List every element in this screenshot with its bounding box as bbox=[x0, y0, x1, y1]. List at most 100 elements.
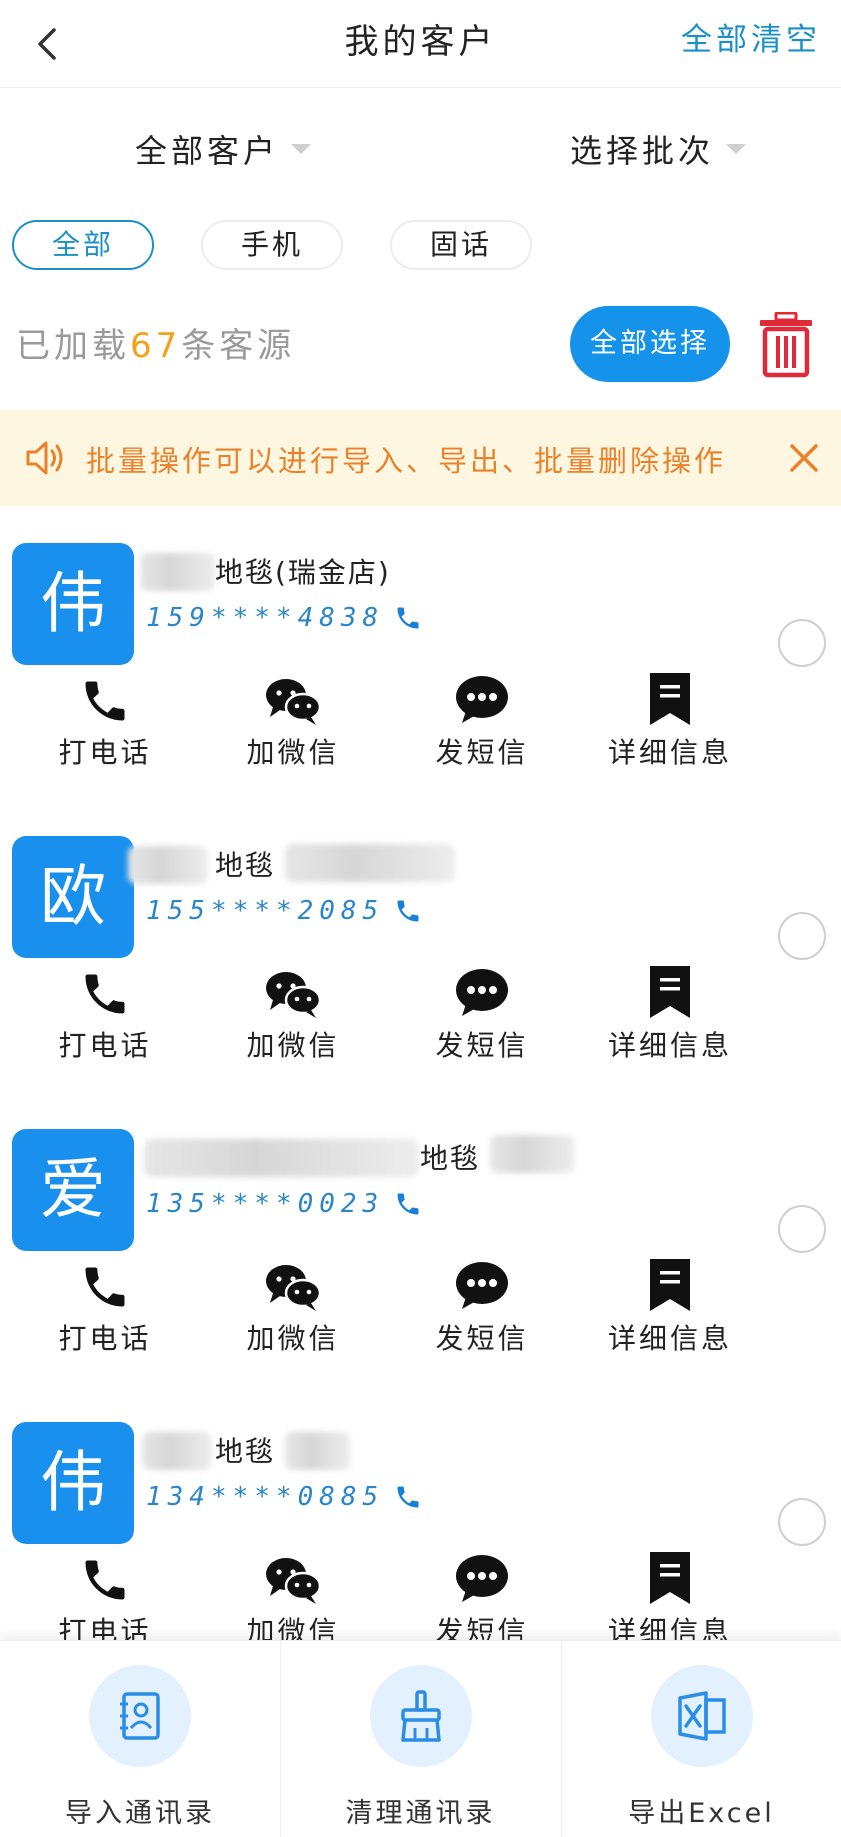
wechat-label: 加微信 bbox=[246, 1029, 340, 1062]
phone-number[interactable]: 159****4838 bbox=[146, 603, 422, 633]
bookmark-icon bbox=[590, 964, 750, 1020]
select-radio[interactable] bbox=[778, 619, 826, 667]
call-button[interactable]: 打电话 bbox=[25, 1257, 185, 1357]
tab-landline[interactable]: 固话 bbox=[390, 220, 532, 270]
phone-icon bbox=[25, 1550, 185, 1606]
sms-button[interactable]: 发短信 bbox=[402, 671, 562, 771]
customer-filter-dropdown[interactable]: 全部客户 bbox=[135, 126, 312, 172]
clear-all-button[interactable]: 全部清空 bbox=[681, 14, 821, 59]
wechat-button[interactable]: 加微信 bbox=[213, 964, 373, 1064]
customer-name: 地毯 bbox=[215, 1435, 276, 1468]
loaded-suffix: 条客源 bbox=[181, 326, 296, 366]
phone-small-icon bbox=[397, 1193, 419, 1215]
import-contacts-button[interactable]: 导入通讯录 bbox=[0, 1641, 280, 1837]
customer-card: 伟 地毯(瑞金店) 159****4838 打电话 加微信 发短信 详细信息 bbox=[0, 535, 841, 828]
export-excel-button[interactable]: 导出Excel bbox=[561, 1641, 841, 1837]
phone-number-text: 135****0023 bbox=[146, 1189, 385, 1219]
select-radio[interactable] bbox=[778, 1498, 826, 1546]
trash-icon[interactable] bbox=[756, 311, 816, 378]
details-button[interactable]: 详细信息 bbox=[590, 964, 750, 1064]
details-label: 详细信息 bbox=[607, 1029, 732, 1062]
phone-number-text: 159****4838 bbox=[146, 603, 385, 633]
avatar: 欧 bbox=[12, 836, 134, 958]
batch-filter-label: 选择批次 bbox=[570, 132, 715, 170]
chat-bubble-icon bbox=[402, 1257, 562, 1313]
sms-button[interactable]: 发短信 bbox=[402, 1550, 562, 1650]
phone-icon bbox=[25, 671, 185, 727]
clean-contacts-label: 清理通讯录 bbox=[345, 1798, 496, 1829]
avatar: 伟 bbox=[12, 1422, 134, 1544]
call-button[interactable]: 打电话 bbox=[25, 964, 185, 1064]
phone-small-icon bbox=[397, 1486, 419, 1508]
avatar: 伟 bbox=[12, 543, 134, 665]
details-label: 详细信息 bbox=[607, 1322, 732, 1355]
broom-icon bbox=[369, 1665, 472, 1767]
loaded-prefix: 已加载 bbox=[16, 326, 130, 366]
redacted-name-blur bbox=[490, 1135, 575, 1173]
select-radio[interactable] bbox=[778, 912, 826, 960]
top-bar: 我的客户 全部清空 bbox=[0, 0, 841, 88]
phone-number-text: 134****0885 bbox=[146, 1482, 385, 1512]
redacted-name-blur bbox=[285, 844, 455, 882]
phone-number-text: 155****2085 bbox=[146, 896, 385, 926]
call-button[interactable]: 打电话 bbox=[25, 1550, 185, 1650]
clean-contacts-button[interactable]: 清理通讯录 bbox=[280, 1641, 560, 1837]
wechat-button[interactable]: 加微信 bbox=[213, 1550, 373, 1650]
tab-mobile[interactable]: 手机 bbox=[201, 220, 343, 270]
sms-label: 发短信 bbox=[435, 1322, 529, 1355]
details-label: 详细信息 bbox=[607, 736, 732, 769]
redacted-name-blur bbox=[142, 1432, 212, 1470]
phone-icon bbox=[25, 964, 185, 1020]
action-row: 打电话 加微信 发短信 详细信息 bbox=[0, 964, 841, 1074]
chat-bubble-icon bbox=[402, 964, 562, 1020]
customer-name: 地毯(瑞金店) bbox=[215, 556, 391, 589]
notice-text: 批量操作可以进行导入、导出、批量删除操作 bbox=[86, 444, 727, 478]
filter-bar: 全部客户 选择批次 bbox=[0, 88, 841, 208]
wechat-button[interactable]: 加微信 bbox=[213, 1257, 373, 1357]
batch-filter-dropdown[interactable]: 选择批次 bbox=[570, 126, 747, 172]
excel-icon bbox=[650, 1665, 753, 1767]
phone-small-icon bbox=[397, 607, 419, 629]
export-excel-label: 导出Excel bbox=[628, 1798, 775, 1829]
redacted-name-blur bbox=[285, 1432, 350, 1470]
caret-down-icon bbox=[726, 144, 747, 154]
speaker-icon bbox=[24, 438, 68, 478]
call-label: 打电话 bbox=[58, 736, 152, 769]
chat-bubble-icon bbox=[402, 1550, 562, 1606]
type-tabs: 全部 手机 固话 bbox=[0, 220, 841, 270]
redacted-name-blur bbox=[128, 846, 208, 884]
contact-book-icon bbox=[89, 1665, 191, 1767]
wechat-label: 加微信 bbox=[246, 1322, 340, 1355]
sms-button[interactable]: 发短信 bbox=[402, 964, 562, 1064]
bookmark-icon bbox=[590, 671, 750, 727]
customer-filter-label: 全部客户 bbox=[135, 132, 280, 170]
import-contacts-label: 导入通讯录 bbox=[65, 1798, 215, 1829]
close-icon[interactable] bbox=[784, 438, 824, 478]
phone-number[interactable]: 134****0885 bbox=[146, 1482, 422, 1512]
details-button[interactable]: 详细信息 bbox=[590, 1550, 750, 1650]
chat-bubble-icon bbox=[402, 671, 562, 727]
redacted-name-blur bbox=[144, 1139, 419, 1177]
tab-all[interactable]: 全部 bbox=[12, 220, 154, 270]
sms-label: 发短信 bbox=[435, 1029, 529, 1062]
call-label: 打电话 bbox=[58, 1029, 152, 1062]
loaded-count: 67 bbox=[130, 326, 182, 366]
action-row: 打电话 加微信 发短信 详细信息 bbox=[0, 1257, 841, 1367]
caret-down-icon bbox=[291, 144, 312, 154]
select-all-button[interactable]: 全部选择 bbox=[570, 306, 730, 382]
select-radio[interactable] bbox=[778, 1205, 826, 1253]
phone-number[interactable]: 155****2085 bbox=[146, 896, 422, 926]
wechat-icon bbox=[213, 964, 373, 1020]
details-button[interactable]: 详细信息 bbox=[590, 671, 750, 771]
wechat-button[interactable]: 加微信 bbox=[213, 671, 373, 771]
customer-name: 地毯 bbox=[215, 849, 276, 882]
call-button[interactable]: 打电话 bbox=[25, 671, 185, 771]
customer-name: 地毯 bbox=[420, 1142, 481, 1175]
details-button[interactable]: 详细信息 bbox=[590, 1257, 750, 1357]
bookmark-icon bbox=[590, 1257, 750, 1313]
sms-button[interactable]: 发短信 bbox=[402, 1257, 562, 1357]
bookmark-icon bbox=[590, 1550, 750, 1606]
call-label: 打电话 bbox=[58, 1322, 152, 1355]
wechat-icon bbox=[213, 1257, 373, 1313]
phone-number[interactable]: 135****0023 bbox=[146, 1189, 422, 1219]
